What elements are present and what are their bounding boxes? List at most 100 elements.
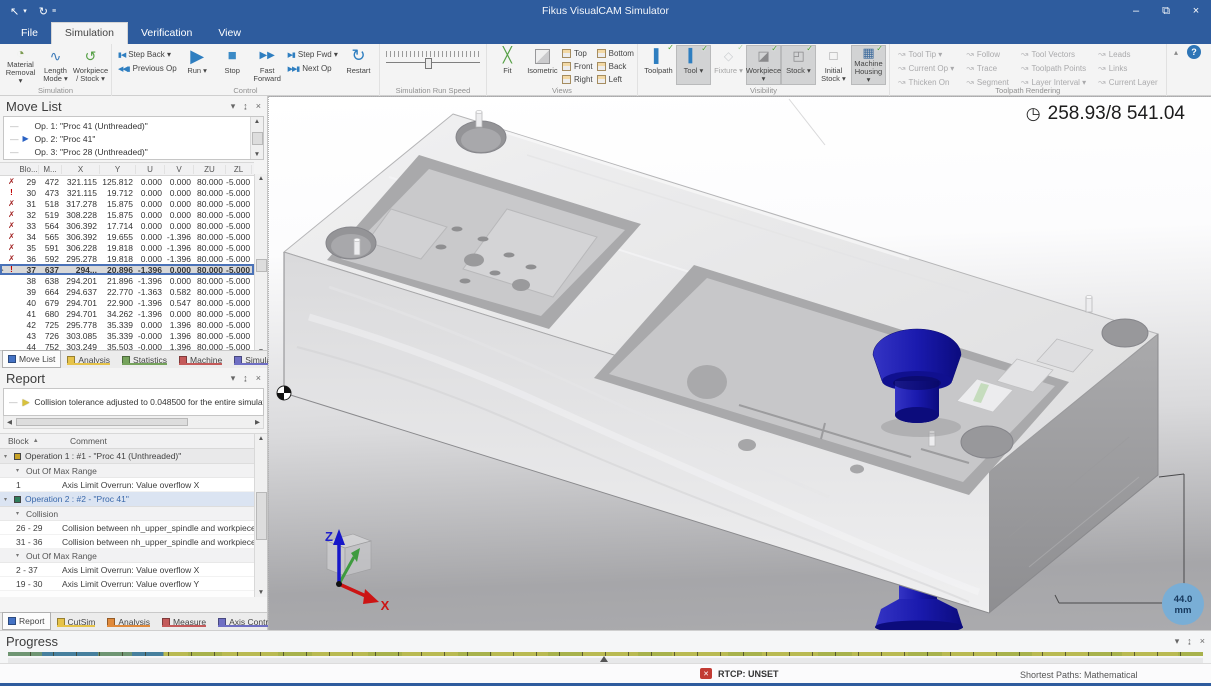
redo-icon[interactable]: ↻ [39,5,48,18]
tab-statistics[interactable]: Statistics [116,351,173,368]
close-icon[interactable]: × [256,373,261,383]
move-list-row[interactable]: ✗34565306.39219.6550.000-1.39680.000-5.0… [0,231,254,242]
tab-move-list[interactable]: Move List [2,350,61,368]
column-header-v[interactable]: V [165,165,194,174]
tab-report[interactable]: Report [2,612,51,630]
ribbon-button-tool[interactable]: ▍✓Tool ▾ [676,45,711,85]
move-list-row[interactable]: ✗35591306.22819.8180.000-1.39680.000-5.0… [0,242,254,253]
progress-position-marker[interactable] [600,656,608,662]
move-list-row[interactable]: 41680294.70134.262-1.3960.00080.000-5.00… [0,308,254,319]
column-header-m[interactable]: M... [39,165,62,174]
tab-analysis[interactable]: Analysis [101,613,156,630]
ribbon-button-fast-forward[interactable]: ▶▶Fast Forward [250,45,285,85]
scroll-down-icon[interactable]: ▼ [254,151,260,158]
column-header-x[interactable]: X [62,165,100,174]
ribbon-button-step-fwd[interactable]: ▶▮Step Fwd ▾ [288,50,338,59]
report-row[interactable]: 31 - 36Collision between nh_upper_spindl… [0,535,254,549]
scroll-down-icon[interactable]: ▼ [258,589,264,596]
tab-simulation[interactable]: Simulation [51,22,128,44]
column-header-zu[interactable]: ZU [194,165,226,174]
tab-measure[interactable]: Measure [156,613,212,630]
move-table-scrollbar[interactable]: ▲ ▼ [254,174,267,356]
report-section-out-of-max-range[interactable]: ▾Out Of Max Range [0,549,254,563]
scrollbar-thumb[interactable] [256,259,267,272]
view-bottom[interactable]: Bottom [597,47,634,60]
tree-scrollbar[interactable]: ▲ ▼ [250,117,263,159]
collapse-ribbon-icon[interactable]: ▴ [1174,48,1178,57]
scrollbar-thumb[interactable] [16,418,188,426]
tab-cutsim[interactable]: CutSim [51,613,102,630]
move-list-row[interactable]: ✗33564306.39217.7140.0000.00080.000-5.00… [0,220,254,231]
scroll-up-icon[interactable]: ▲ [254,118,260,125]
move-list-row[interactable]: ▸!37637294...20.896-1.3960.00080.000-5.0… [0,264,254,275]
minimize-button[interactable]: – [1121,0,1151,22]
view-top[interactable]: Top [562,47,593,60]
move-list-row[interactable]: 40679294.70122.900-1.3960.54780.000-5.00… [0,297,254,308]
view-front[interactable]: Front [562,60,593,73]
pin-icon[interactable]: ↨ [243,373,248,383]
report-row[interactable]: 19 - 30Axis Limit Overrun: Value overflo… [0,577,254,591]
move-list-row[interactable]: ✗31518317.27815.8750.0000.00080.000-5.00… [0,198,254,209]
ribbon-button-material-removal[interactable]: ◔Material Removal ▾ [3,45,38,85]
cursor-dropdown-icon[interactable]: ▾ [23,7,27,15]
report-row[interactable]: 1Axis Limit Overrun: Value overflow X [0,478,254,492]
ribbon-button-initial-stock[interactable]: □Initial Stock ▾ [816,45,851,85]
ribbon-button-isometric[interactable]: Isometric [525,45,560,85]
tree-item-op-2-proc-41[interactable]: —▶Op. 2: "Proc 41" [10,132,247,145]
move-list-row[interactable]: 39664294.63722.770-1.3630.58280.000-5.00… [0,286,254,297]
move-list-row[interactable]: 43726303.08535.339-0.0001.39680.000-5.00… [0,330,254,341]
column-header-zl[interactable]: ZL [226,165,252,174]
pin-icon[interactable]: ↨ [1187,636,1192,646]
report-scrollbar[interactable]: ▲ ▼ [254,434,267,597]
move-list-row[interactable]: 38638294.20121.896-1.3960.00080.000-5.00… [0,275,254,286]
tab-analysis[interactable]: Analysis [61,351,116,368]
view-back[interactable]: Back [597,60,634,73]
scroll-up-icon[interactable]: ▲ [258,435,264,442]
panel-menu-icon[interactable]: ▾ [231,101,236,112]
comment-column-header[interactable]: Comment [70,436,107,446]
3d-scene[interactable]: 44.0 mm Z X [269,97,1211,630]
simulation-speed-slider[interactable] [386,51,480,63]
view-right[interactable]: Right [562,73,593,86]
report-section-out-of-max-range[interactable]: ▾Out Of Max Range [0,464,254,478]
machined-workpiece[interactable] [284,110,1158,613]
column-header-blo[interactable]: Blo... [19,165,39,174]
tab-view[interactable]: View [205,23,254,44]
tab-machine[interactable]: Machine [173,351,228,368]
restore-button[interactable]: ⧉ [1151,0,1181,22]
ribbon-button-workpiece-stock[interactable]: ↺Workpiece / Stock ▾ [73,45,108,85]
move-list-row[interactable]: ✗36592295.27819.8180.000-1.39680.000-5.0… [0,253,254,264]
ribbon-button-previous-op[interactable]: ◀◀▮Previous Op [118,64,177,73]
simulation-viewport[interactable]: ◷ 258.93/8 541.04 [268,96,1211,630]
close-button[interactable]: × [1181,0,1211,22]
scrollbar-thumb[interactable] [252,132,263,145]
column-header-y[interactable]: Y [100,165,136,174]
ribbon-button-workpiece[interactable]: ◪✓Workpiece ▾ [746,45,781,85]
column-header-u[interactable]: U [136,165,165,174]
tab-verification[interactable]: Verification [128,23,205,44]
block-column-header[interactable]: Block [8,436,29,446]
tab-file[interactable]: File [8,23,51,44]
ribbon-button-stock[interactable]: ◰✓Stock ▾ [781,45,816,85]
tree-item-op-1-proc-41-unthreaded[interactable]: —Op. 1: "Proc 41 (Unthreaded)" [10,119,247,132]
close-icon[interactable]: × [256,101,261,111]
close-icon[interactable]: × [1200,636,1205,646]
customize-qat-icon[interactable]: ≡ [52,8,56,15]
panel-menu-icon[interactable]: ▾ [1175,636,1180,647]
move-list-row[interactable]: ✗29472321.115125.8120.0000.00080.000-5.0… [0,176,254,187]
panel-menu-icon[interactable]: ▾ [231,373,236,384]
view-left[interactable]: Left [597,73,634,86]
scroll-right-icon[interactable]: ▶ [255,418,260,426]
report-row[interactable]: 2 - 37Axis Limit Overrun: Value overflow… [0,563,254,577]
ribbon-button-fit[interactable]: ╳Fit [490,45,525,85]
cursor-icon[interactable]: ↖ [10,5,19,18]
report-row[interactable]: 26 - 29Collision between nh_upper_spindl… [0,521,254,535]
ribbon-button-stop[interactable]: ■Stop [215,45,250,85]
tree-item-op-3-proc-28-unthreaded[interactable]: —Op. 3: "Proc 28 (Unthreaded)" [10,145,247,158]
ribbon-button-restart[interactable]: ↻Restart [341,45,376,85]
ribbon-button-step-back[interactable]: ▮◀Step Back ▾ [118,50,177,59]
ribbon-button-machine-housing[interactable]: ▦✓Machine Housing ▾ [851,45,886,85]
move-list-row[interactable]: !30473321.11519.7120.0000.00080.000-5.00… [0,187,254,198]
ribbon-button-next-op[interactable]: ▶▶▮Next Op [288,64,338,73]
slider-thumb[interactable] [425,58,432,69]
